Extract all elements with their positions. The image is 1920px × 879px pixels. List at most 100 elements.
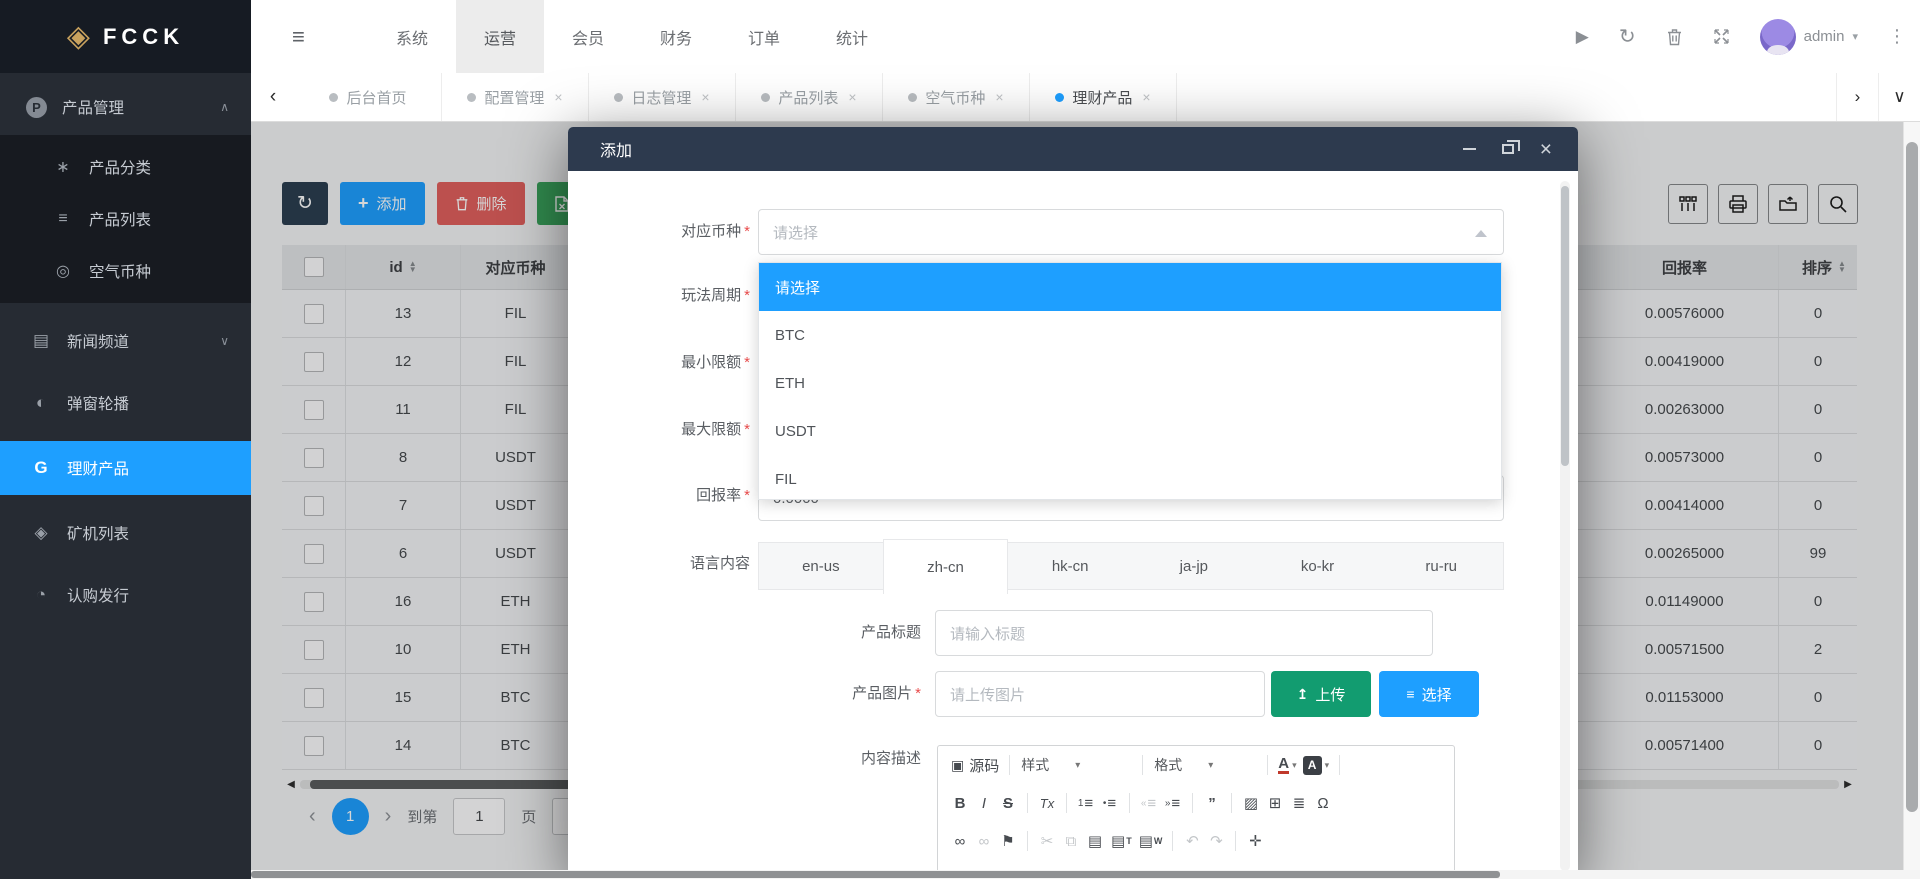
top-menu-item[interactable]: 会员: [544, 0, 632, 73]
tab[interactable]: 日志管理 ×: [589, 73, 736, 121]
trash-icon[interactable]: [1666, 28, 1683, 46]
next-page-icon[interactable]: ›: [385, 805, 392, 828]
dropdown-option[interactable]: 请选择: [759, 263, 1501, 311]
add-button[interactable]: +添加: [340, 182, 425, 225]
columns-toggle-icon[interactable]: [1668, 184, 1708, 224]
dropdown-option[interactable]: ETH: [759, 359, 1501, 407]
styles-combo[interactable]: 样式▾: [1017, 755, 1135, 775]
special-char-button[interactable]: Ω: [1311, 790, 1335, 816]
unlink-button[interactable]: ∞: [972, 828, 996, 854]
tabs-collapse-icon[interactable]: ∨: [1878, 73, 1920, 121]
language-tab[interactable]: ko-kr: [1256, 543, 1380, 589]
sidebar-subitem[interactable]: ∗ 产品分类: [0, 141, 251, 193]
bold-button[interactable]: B: [948, 790, 972, 816]
horizontal-rule-button[interactable]: ≣: [1287, 790, 1311, 816]
select-all-checkbox[interactable]: [304, 257, 324, 277]
blockquote-button[interactable]: ”: [1200, 790, 1224, 816]
top-menu-item[interactable]: 订单: [720, 0, 808, 73]
delete-button[interactable]: 删除: [437, 182, 525, 225]
ordered-list-button[interactable]: 1≡: [1074, 790, 1098, 816]
row-checkbox[interactable]: [304, 544, 324, 564]
tab[interactable]: 后台首页: [295, 73, 442, 121]
prev-page-icon[interactable]: ‹: [309, 805, 316, 828]
run-icon[interactable]: ▶: [1576, 27, 1589, 47]
maximize-icon[interactable]: [1502, 144, 1514, 154]
scroll-left-icon[interactable]: ◀: [282, 779, 300, 790]
bullet-list-button[interactable]: •≡: [1098, 790, 1122, 816]
product-title-input[interactable]: 请输入标题: [935, 610, 1433, 656]
fullscreen-icon[interactable]: [1713, 28, 1730, 45]
col-sort[interactable]: 排序 ▲▼: [1779, 245, 1857, 289]
print-icon[interactable]: [1718, 184, 1758, 224]
top-menu-item[interactable]: 统计: [808, 0, 896, 73]
coin-select[interactable]: 请选择: [758, 209, 1504, 255]
page-vertical-scrollbar[interactable]: [1903, 122, 1920, 879]
paste-button[interactable]: ▤: [1083, 828, 1107, 854]
export-data-icon[interactable]: [1768, 184, 1808, 224]
outdent-button[interactable]: «≡: [1137, 790, 1161, 816]
format-combo[interactable]: 格式▾: [1150, 755, 1260, 775]
tab[interactable]: 空气币种 ×: [883, 73, 1030, 121]
sidebar-subitem[interactable]: ≡ 产品列表: [0, 193, 251, 245]
undo-button[interactable]: ↶: [1180, 828, 1204, 854]
paste-word-button[interactable]: ▤W: [1135, 828, 1166, 854]
indent-button[interactable]: »≡: [1161, 790, 1185, 816]
upload-button[interactable]: ↥ 上传: [1271, 671, 1371, 717]
language-tab[interactable]: zh-cn: [883, 539, 1009, 594]
text-color-button[interactable]: A▾: [1275, 752, 1299, 778]
dialog-header[interactable]: 添加 ×: [568, 127, 1578, 171]
cut-button[interactable]: ✂: [1035, 828, 1059, 854]
row-checkbox[interactable]: [304, 640, 324, 660]
top-menu-item[interactable]: 系统: [368, 0, 456, 73]
language-tab[interactable]: ja-jp: [1132, 543, 1256, 589]
language-tab[interactable]: ru-ru: [1379, 543, 1503, 589]
tabs-scroll-right-icon[interactable]: ›: [1836, 73, 1878, 121]
row-checkbox[interactable]: [304, 400, 324, 420]
tab[interactable]: 理财产品 ×: [1030, 73, 1177, 121]
row-checkbox[interactable]: [304, 688, 324, 708]
col-coin[interactable]: 对应币种: [461, 245, 571, 289]
italic-button[interactable]: I: [972, 790, 996, 816]
search-icon[interactable]: [1818, 184, 1858, 224]
language-tab[interactable]: en-us: [759, 543, 883, 589]
row-checkbox[interactable]: [304, 496, 324, 516]
page-horizontal-scrollbar[interactable]: [251, 870, 1920, 879]
image-button[interactable]: ▨: [1239, 790, 1263, 816]
scroll-right-icon[interactable]: ▶: [1839, 779, 1857, 790]
remove-format-button[interactable]: Tx: [1035, 790, 1059, 816]
choose-button[interactable]: ≡ 选择: [1379, 671, 1479, 717]
row-checkbox[interactable]: [304, 592, 324, 612]
dialog-scrollbar[interactable]: [1560, 181, 1570, 871]
top-menu-item[interactable]: 财务: [632, 0, 720, 73]
minimize-icon[interactable]: [1463, 148, 1476, 150]
bg-color-button[interactable]: A▾: [1300, 752, 1333, 778]
paste-text-button[interactable]: ▤T: [1107, 828, 1135, 854]
sidebar-item[interactable]: G 理财产品: [0, 441, 251, 495]
tabs-scroll-left-icon[interactable]: ‹: [251, 73, 295, 121]
user-menu[interactable]: admin ▾: [1760, 19, 1858, 55]
sidebar-item[interactable]: ◈ 矿机列表: [0, 509, 251, 557]
product-image-input[interactable]: 请上传图片: [935, 671, 1265, 717]
dialog-scrollbar-thumb[interactable]: [1561, 186, 1569, 466]
refresh-button[interactable]: ↻: [282, 182, 328, 225]
sidebar-item[interactable]: ◔ 认购发行: [0, 571, 251, 619]
tab-close-icon[interactable]: ×: [995, 89, 1003, 105]
tab[interactable]: 产品列表 ×: [736, 73, 883, 121]
redo-button[interactable]: ↷: [1204, 828, 1228, 854]
more-options-icon[interactable]: ⋮: [1888, 26, 1906, 47]
maximize-button[interactable]: ✛: [1243, 828, 1267, 854]
close-icon[interactable]: ×: [1540, 139, 1552, 160]
language-tab[interactable]: hk-cn: [1008, 543, 1132, 589]
strikethrough-button[interactable]: S: [996, 790, 1020, 816]
tab-close-icon[interactable]: ×: [848, 89, 856, 105]
dropdown-option[interactable]: BTC: [759, 311, 1501, 359]
sidebar-toggle-icon[interactable]: ≡: [292, 0, 305, 73]
horizontal-scrollbar-thumb[interactable]: [251, 871, 1500, 878]
anchor-button[interactable]: ⚑: [996, 828, 1020, 854]
tab-close-icon[interactable]: ×: [554, 89, 562, 105]
copy-button[interactable]: ⧉: [1059, 828, 1083, 854]
top-menu-item[interactable]: 运营: [456, 0, 544, 73]
source-button[interactable]: ▣ 源码: [948, 752, 1002, 778]
row-checkbox[interactable]: [304, 736, 324, 756]
row-checkbox[interactable]: [304, 304, 324, 324]
